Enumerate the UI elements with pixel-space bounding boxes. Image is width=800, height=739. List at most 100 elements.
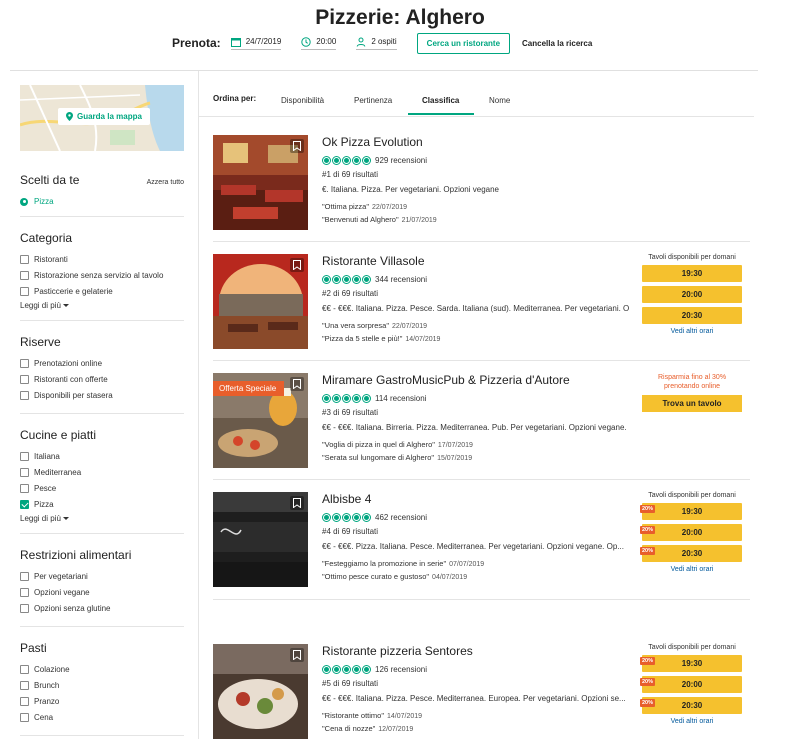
filter-option[interactable]: Pasticcerie e gelaterie [20,283,184,299]
guests-picker[interactable]: 2 ospiti [356,37,397,50]
restaurant-photo[interactable] [213,254,308,349]
checkbox[interactable] [20,587,29,597]
review-snippet[interactable]: "Ottima pizza" 22/07/2019 [322,202,640,211]
restaurant-name[interactable]: Miramare GastroMusicPub & Pizzeria d'Aut… [322,373,640,387]
checkbox[interactable] [20,571,29,581]
restaurant-card[interactable]: Ristorante pizzeria Sentores 126 recensi… [213,644,750,739]
checkbox[interactable] [20,483,29,493]
filter-option[interactable]: Per vegetariani [20,568,184,584]
checkbox[interactable] [20,467,29,477]
filter-option[interactable]: Cena [20,709,184,725]
time-slot-button[interactable]: 20:00 [642,286,742,303]
checkbox[interactable] [20,664,29,674]
checkbox[interactable] [20,712,29,722]
bookmark-icon[interactable] [290,258,304,272]
more-times-link[interactable]: Vedi altri orari [642,718,742,725]
sort-tab-name[interactable]: Nome [489,96,510,105]
more-times-link[interactable]: Vedi altri orari [642,566,742,573]
review-snippet[interactable]: "Una vera sorpresa" 22/07/2019 [322,321,640,330]
checkbox[interactable] [20,254,29,264]
rating: 929 recensioni [322,155,640,166]
checkbox[interactable] [20,680,29,690]
time-picker[interactable]: 20:00 [301,36,337,50]
slot-time: 19:30 [681,269,703,278]
review-snippet[interactable]: "Voglia di pizza in quel di Alghero" 17/0… [322,440,640,449]
filter-option[interactable]: Opzioni vegane [20,584,184,600]
restaurant-photo[interactable]: Offerta Speciale [213,373,308,468]
time-slot-button[interactable]: 20% 19:30 [640,503,742,520]
review-count[interactable]: 929 recensioni [375,156,427,165]
restaurant-card[interactable]: Offerta Speciale Miramare GastroMusicPub… [213,373,750,473]
filter-option[interactable]: Disponibili per stasera [20,387,184,403]
restaurant-photo[interactable] [213,492,308,587]
find-table-button[interactable]: Trova un tavolo [642,395,742,412]
option-label: Brunch [34,680,60,690]
restaurant-card[interactable]: Albisbe 4 462 recensioni #4 di 69 risult… [213,492,750,592]
filter-option[interactable]: Opzioni senza glutine [20,600,184,616]
filter-option[interactable]: Prenotazioni online [20,355,184,371]
filter-option[interactable]: Brunch [20,677,184,693]
review-count[interactable]: 114 recensioni [375,394,426,403]
checkbox[interactable] [20,374,29,384]
review-snippet[interactable]: "Festeggiamo la promozione in serie" 07/0… [322,559,640,568]
checkbox[interactable] [20,390,29,400]
view-map-button[interactable]: Guarda la mappa [58,108,150,125]
checkbox[interactable] [20,270,29,280]
filter-option[interactable]: Pesce [20,480,184,496]
time-slot-button[interactable]: 20% 20:00 [640,676,742,693]
bookmark-icon[interactable] [290,139,304,153]
checkbox[interactable] [20,696,29,706]
restaurant-photo[interactable] [213,135,308,230]
review-snippet[interactable]: "Ottimo pesce curato e gustoso" 04/07/201… [322,572,640,581]
review-snippet[interactable]: "Ristorante ottimo" 14/07/2019 [322,711,640,720]
checkbox[interactable] [20,603,29,613]
restaurant-card[interactable]: Ristorante Villasole 344 recensioni #2 d… [213,254,750,354]
read-more-link[interactable]: Leggi di più [20,301,184,310]
restaurant-name[interactable]: Ristorante pizzeria Sentores [322,644,640,658]
bookmark-icon[interactable] [290,648,304,662]
review-count[interactable]: 462 recensioni [375,513,427,522]
restaurant-name[interactable]: Ok Pizza Evolution [322,135,640,149]
restaurant-name[interactable]: Albisbe 4 [322,492,640,506]
review-snippet[interactable]: "Pizza da 5 stelle e più!" 14/07/2019 [322,334,640,343]
time-slot-button[interactable]: 20% 20:30 [640,697,742,714]
review-snippet[interactable]: "Benvenuti ad Alghero" 21/07/2019 [322,215,640,224]
filter-option[interactable]: Pizza [20,496,184,512]
filter-option[interactable]: Italiana [20,448,184,464]
time-slot-button[interactable]: 20% 20:30 [640,545,742,562]
restaurant-card[interactable]: Ok Pizza Evolution 929 recensioni #1 di … [213,135,750,235]
sort-tab-availability[interactable]: Disponibilità [281,96,324,105]
checkbox[interactable] [20,451,29,461]
more-times-link[interactable]: Vedi altri orari [642,328,742,335]
review-count[interactable]: 344 recensioni [375,275,427,284]
search-restaurant-button[interactable]: Cerca un ristorante [416,32,511,54]
restaurant-photo[interactable] [213,644,308,739]
checkbox[interactable] [20,358,29,368]
sort-tab-relevance[interactable]: Pertinenza [354,96,392,105]
restaurant-name[interactable]: Ristorante Villasole [322,254,640,268]
read-more-link[interactable]: Leggi di più [20,514,184,523]
time-slot-button[interactable]: 20:30 [642,307,742,324]
chosen-filter-pizza[interactable]: Pizza [20,197,184,206]
filter-option[interactable]: Pranzo [20,693,184,709]
time-slot-button[interactable]: 19:30 [642,265,742,282]
review-count[interactable]: 126 recensioni [375,665,427,674]
time-slot-button[interactable]: 20% 19:30 [640,655,742,672]
checkbox[interactable] [20,286,29,296]
sort-tab-ranking[interactable]: Classifica [422,96,459,105]
filter-option[interactable]: Ristoranti con offerte [20,371,184,387]
filter-option[interactable]: Ristoranti [20,251,184,267]
filter-option[interactable]: Mediterranea [20,464,184,480]
map-thumbnail[interactable]: Guarda la mappa [20,85,184,151]
review-snippet[interactable]: "Cena di nozze" 12/07/2019 [322,724,640,733]
reset-all-link[interactable]: Azzera tutto [147,179,184,186]
checkbox-checked[interactable] [20,499,29,509]
bookmark-icon[interactable] [290,496,304,510]
filter-option[interactable]: Ristorazione senza servizio al tavolo [20,267,184,283]
time-slot-button[interactable]: 20% 20:00 [640,524,742,541]
filter-option[interactable]: Colazione [20,661,184,677]
bookmark-icon[interactable] [290,377,304,391]
date-picker[interactable]: 24/7/2019 [230,37,282,50]
review-snippet[interactable]: "Serata sul lungomare di Alghero" 15/07/2… [322,453,640,462]
cancel-search-link[interactable]: Cancella la ricerca [522,39,592,48]
